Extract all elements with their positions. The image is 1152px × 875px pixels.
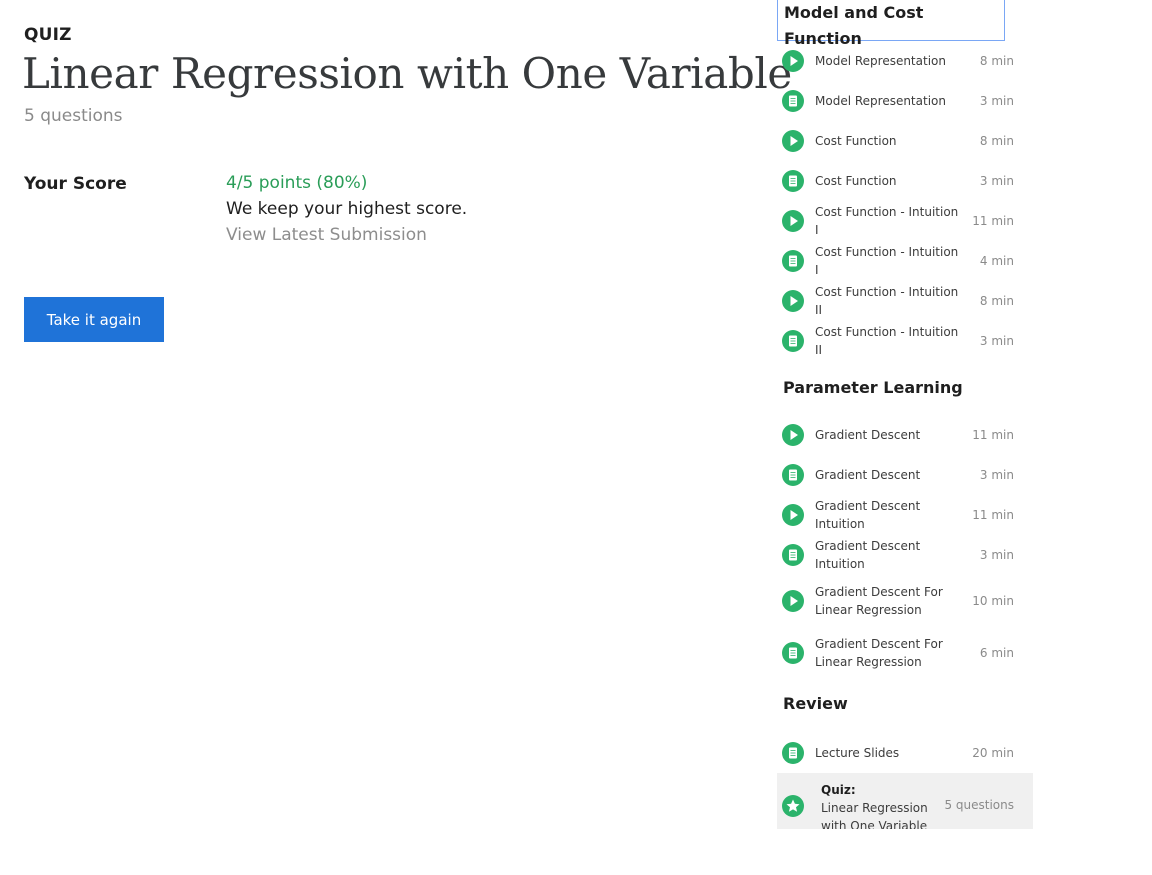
page-kicker: QUIZ (24, 25, 72, 45)
item-duration: 3 min (979, 94, 1014, 108)
item-label: Gradient Descent Intuition (815, 539, 921, 571)
quiz-item-text: Quiz: Linear Regression with One Variable (821, 781, 931, 829)
lecture-item[interactable]: Cost Function - Intuition II 8 min (777, 281, 1033, 321)
play-icon (782, 504, 804, 526)
section-header: Model and Cost Function (777, 0, 1005, 48)
score-label: Your Score (24, 174, 127, 194)
item-duration: 20 min (972, 746, 1014, 760)
score-value: 4/5 points (80%) (226, 173, 368, 193)
item-label: Gradient Descent For Linear Regression (815, 637, 943, 669)
section-header: Parameter Learning (783, 378, 963, 397)
document-icon (782, 742, 804, 764)
item-label: Gradient Descent For Linear Regression (815, 585, 943, 617)
reading-item[interactable]: Cost Function - Intuition II 3 min (777, 321, 1033, 361)
reading-item[interactable]: Gradient Descent Intuition 3 min (777, 535, 1033, 575)
item-label: Cost Function - Intuition II (815, 285, 959, 317)
play-icon (782, 590, 804, 612)
lecture-item[interactable]: Cost Function - Intuition I 11 min (777, 201, 1033, 241)
item-label: Model Representation (815, 94, 946, 108)
item-label: Model Representation (815, 54, 946, 68)
take-it-again-button[interactable]: Take it again (24, 297, 164, 342)
document-icon (782, 330, 804, 352)
item-duration: 11 min (972, 508, 1014, 522)
item-label: Gradient Descent Intuition (815, 499, 921, 531)
item-duration: 3 min (979, 548, 1014, 562)
item-duration: 11 min (972, 428, 1014, 442)
document-icon (782, 544, 804, 566)
score-details: 4/5 points (80%) We keep your highest sc… (226, 173, 468, 248)
quiz-item-active[interactable]: Quiz: Linear Regression with One Variable… (777, 773, 1033, 829)
item-duration: 8 min (979, 54, 1014, 68)
reading-item[interactable]: Cost Function 3 min (777, 161, 1033, 201)
item-duration: 10 min (972, 594, 1014, 608)
item-duration: 3 min (979, 468, 1014, 482)
play-icon (782, 290, 804, 312)
course-sidebar: Model and Cost Function Model Representat… (777, 0, 1033, 832)
item-label: Lecture Slides (815, 746, 900, 760)
document-icon (782, 170, 804, 192)
section-header: Review (783, 694, 848, 713)
item-duration: 6 min (979, 646, 1014, 660)
item-duration: 3 min (979, 334, 1014, 348)
item-duration: 8 min (979, 294, 1014, 308)
play-icon (782, 50, 804, 72)
page-title: Linear Regression with One Variable (22, 49, 792, 98)
lecture-item[interactable]: Cost Function 8 min (777, 121, 1033, 161)
quiz-item-duration: 5 questions (944, 798, 1014, 812)
item-duration: 11 min (972, 214, 1014, 228)
reading-item[interactable]: Cost Function - Intuition I 4 min (777, 241, 1033, 281)
lecture-item[interactable]: Gradient Descent 11 min (777, 415, 1033, 455)
view-submission-link[interactable]: View Latest Submission (226, 222, 467, 248)
item-label: Cost Function (815, 134, 897, 148)
quiz-main: QUIZ Linear Regression with One Variable… (22, 24, 792, 342)
item-label: Gradient Descent (815, 428, 921, 442)
score-note: We keep your highest score. (226, 199, 468, 219)
play-icon (782, 424, 804, 446)
quiz-item-prefix: Quiz: (821, 783, 856, 797)
quiz-item-label: Linear Regression with One Variable (821, 801, 928, 829)
item-label: Cost Function - Intuition I (815, 245, 959, 277)
reading-item[interactable]: Gradient Descent 3 min (777, 455, 1033, 495)
item-label: Cost Function - Intuition I (815, 205, 959, 237)
reading-item[interactable]: Model Representation 3 min (777, 81, 1033, 121)
lecture-item[interactable]: Gradient Descent Intuition 11 min (777, 495, 1033, 535)
star-icon (782, 795, 804, 817)
lecture-item[interactable]: Gradient Descent For Linear Regression 10… (777, 575, 1033, 627)
item-label: Gradient Descent (815, 468, 921, 482)
reading-item[interactable]: Lecture Slides 20 min (777, 733, 1033, 773)
item-duration: 3 min (979, 174, 1014, 188)
document-icon (782, 250, 804, 272)
play-icon (782, 210, 804, 232)
item-label: Cost Function (815, 174, 897, 188)
question-count: 5 questions (24, 106, 123, 126)
lecture-item[interactable]: Model Representation 8 min (777, 41, 1033, 81)
document-icon (782, 642, 804, 664)
play-icon (782, 130, 804, 152)
document-icon (782, 90, 804, 112)
item-duration: 4 min (979, 254, 1014, 268)
document-icon (782, 464, 804, 486)
item-duration: 8 min (979, 134, 1014, 148)
reading-item[interactable]: Gradient Descent For Linear Regression 6 … (777, 627, 1033, 679)
item-label: Cost Function - Intuition II (815, 325, 959, 357)
